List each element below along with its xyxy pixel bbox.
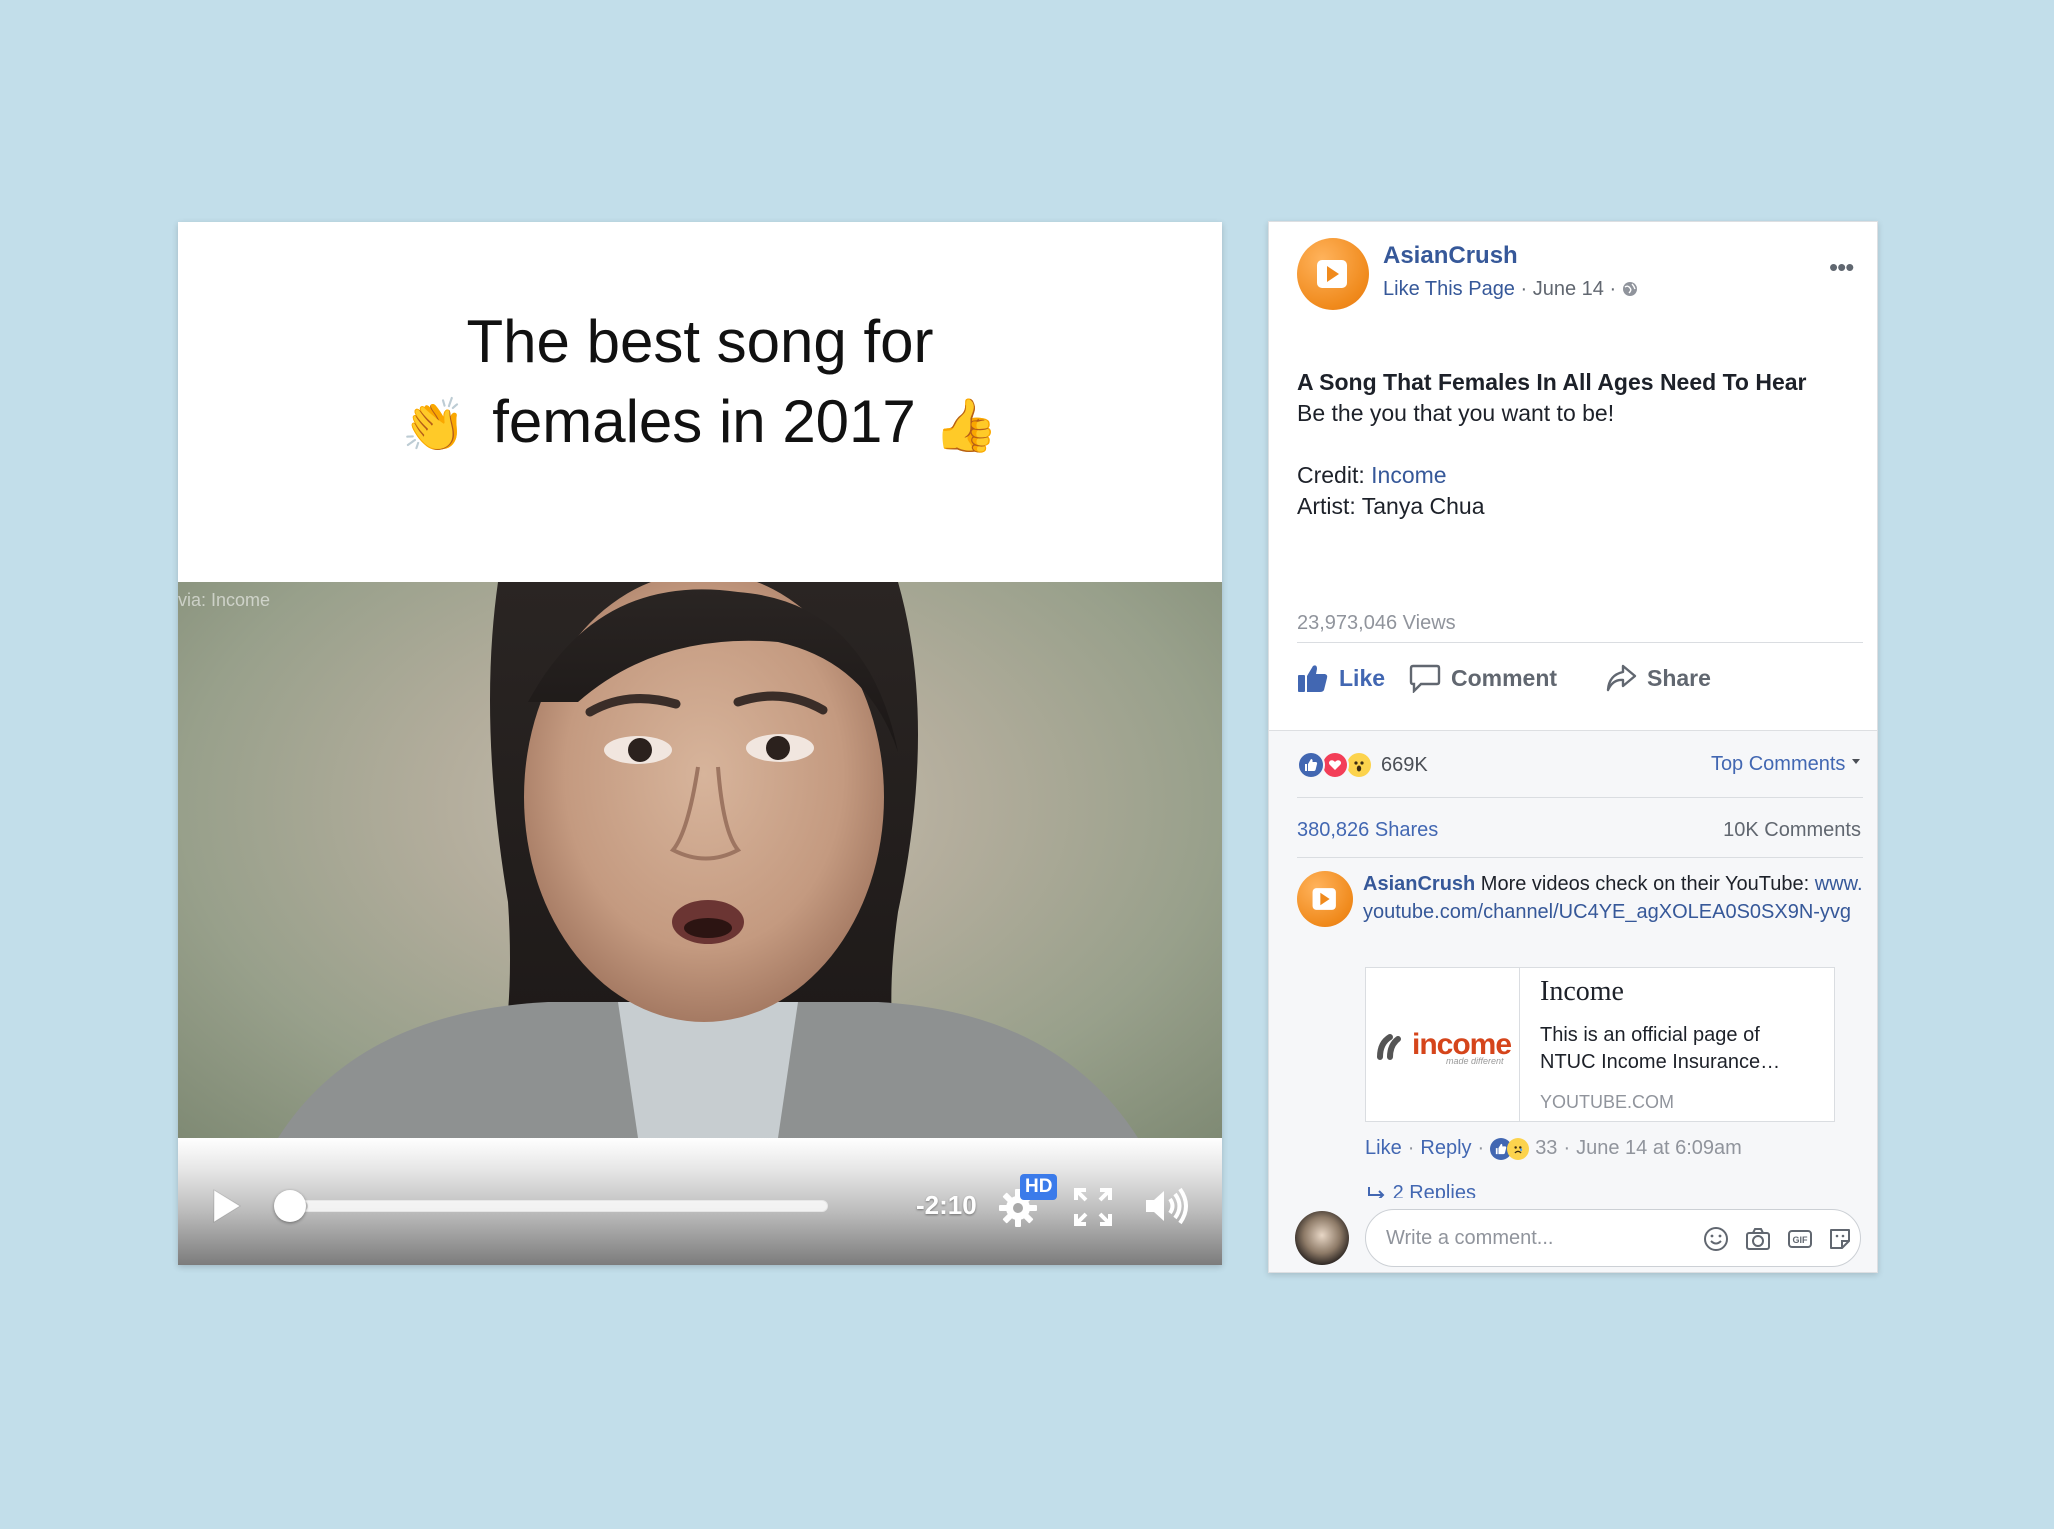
view-replies-link[interactable]: 2 Replies xyxy=(1365,1182,1476,1198)
video-title-line2-wrap: 👏 females in 2017 👍 xyxy=(178,382,1222,466)
post-text: A Song That Females In All Ages Need To … xyxy=(1297,367,1857,522)
comment-button[interactable]: Comment xyxy=(1409,654,1557,702)
comment-composer: GIF xyxy=(1269,1201,1877,1272)
comment-like-link[interactable]: Like xyxy=(1365,1137,1402,1160)
post-meta: Like This Page · June 14 · xyxy=(1383,278,1638,301)
video-title-line1: The best song for xyxy=(466,308,934,375)
meta-separator: · xyxy=(1514,278,1533,300)
sad-reaction-icon xyxy=(1507,1137,1530,1160)
hd-badge: HD xyxy=(1020,1174,1058,1200)
feedback-section: 669K Top Comments 380,826 Shares 10K Com… xyxy=(1269,730,1877,1272)
reaction-count: 669K xyxy=(1381,753,1428,776)
shares-count[interactable]: 380,826 Shares xyxy=(1297,819,1438,842)
meta-separator-2: · xyxy=(1603,278,1622,300)
thumbs-up-emoji: 👍 xyxy=(933,397,999,456)
comment-author-avatar[interactable] xyxy=(1297,871,1353,927)
video-watermark: via: Income xyxy=(178,590,271,610)
preview-domain: YOUTUBE.COM xyxy=(1540,1092,1675,1112)
comment-reply-link[interactable]: Reply xyxy=(1420,1137,1471,1160)
share-label: Share xyxy=(1647,664,1711,691)
wow-reaction-icon xyxy=(1345,751,1373,779)
video-controls: -2:10 HD xyxy=(178,1138,1222,1265)
view-replies-label: 2 Replies xyxy=(1392,1182,1476,1198)
divider xyxy=(1297,857,1863,858)
preview-thumbnail: income made different xyxy=(1366,968,1520,1121)
page-avatar[interactable] xyxy=(1297,238,1369,310)
globe-icon xyxy=(1622,282,1637,296)
preview-logo-subtext: made different xyxy=(1446,1056,1504,1066)
post-spacer xyxy=(1297,429,1857,460)
video-title: The best song for 👏 females in 2017 👍 xyxy=(178,302,1222,466)
page-name[interactable]: AsianCrush xyxy=(1383,242,1518,270)
like-page-link[interactable]: Like This Page xyxy=(1383,278,1515,300)
comment-author[interactable]: AsianCrush xyxy=(1363,873,1475,895)
post-artist: Artist: Tanya Chua xyxy=(1297,493,1485,519)
view-count: 23,973,046 Views xyxy=(1297,612,1456,634)
reply-arrow-icon xyxy=(1368,1187,1385,1198)
like-label: Like xyxy=(1339,664,1386,691)
preview-title: Income xyxy=(1540,976,1624,1007)
comment-text: More videos check on their YouTube: xyxy=(1475,873,1815,895)
divider xyxy=(1297,642,1863,643)
credit-label: Credit: xyxy=(1297,462,1372,488)
post-tagline: Be the you that you want to be! xyxy=(1297,400,1615,426)
video-card: The best song for 👏 females in 2017 👍 vi… xyxy=(178,222,1222,1265)
comment-body: AsianCrush More videos check on their Yo… xyxy=(1363,870,1863,926)
comment-reaction-count: 33 xyxy=(1535,1137,1558,1159)
video-title-line2: females in 2017 xyxy=(492,388,916,455)
comment-label: Comment xyxy=(1451,664,1558,691)
camera-icon[interactable] xyxy=(1745,1226,1771,1252)
comment-actions-dot: · xyxy=(1563,1137,1571,1159)
video-frame[interactable]: via: Income xyxy=(178,582,1222,1138)
post-actions: Like Comment Share xyxy=(1297,654,1863,702)
top-comments-label: Top Comments xyxy=(1710,753,1846,775)
comments-count[interactable]: 10K Comments xyxy=(1723,819,1861,842)
thumbs-up-icon xyxy=(1298,665,1328,692)
asiancrush-logo-icon xyxy=(1312,888,1336,910)
video-frame-image xyxy=(278,582,1138,1138)
gif-icon[interactable]: GIF xyxy=(1787,1226,1813,1252)
divider xyxy=(1297,797,1863,798)
viewer-avatar[interactable] xyxy=(1295,1211,1349,1265)
comment-reactions[interactable]: 33 xyxy=(1490,1137,1557,1160)
clap-emoji: 👏 xyxy=(401,397,467,456)
asiancrush-logo-icon xyxy=(1317,260,1347,288)
comment-icon xyxy=(1409,664,1441,693)
time-remaining: -2:10 xyxy=(916,1190,977,1220)
volume-icon[interactable] xyxy=(1144,1186,1190,1226)
share-button[interactable]: Share xyxy=(1605,654,1711,702)
income-logo-icon xyxy=(1376,1033,1401,1060)
comment-actions-dot: · xyxy=(1477,1137,1485,1159)
progress-knob[interactable] xyxy=(274,1190,306,1222)
credit-link[interactable]: Income xyxy=(1371,462,1446,488)
like-reaction-icon xyxy=(1297,751,1325,779)
play-icon[interactable] xyxy=(208,1186,244,1226)
link-preview-card[interactable]: income made different Income This is an … xyxy=(1365,967,1835,1122)
comment-actions: Like · Reply · 33 · June 14 at 6:09am xyxy=(1365,1137,1742,1160)
fullscreen-icon[interactable] xyxy=(1074,1188,1112,1226)
reactions-summary[interactable]: 669K xyxy=(1297,751,1428,779)
love-reaction-icon xyxy=(1321,751,1349,779)
preview-description: This is an official page of NTUC Income … xyxy=(1540,1024,1781,1073)
top-comments-dropdown[interactable]: Top Comments xyxy=(1711,753,1861,776)
post-credit: Credit: Income xyxy=(1297,460,1857,491)
post-card: AsianCrush Like This Page · June 14 · ••… xyxy=(1268,221,1878,1273)
comment-timestamp[interactable]: June 14 at 6:09am xyxy=(1576,1137,1742,1160)
progress-track[interactable] xyxy=(274,1200,828,1212)
sticker-icon[interactable] xyxy=(1827,1226,1853,1252)
share-icon xyxy=(1606,664,1637,692)
emoji-icon[interactable] xyxy=(1703,1226,1729,1252)
like-button[interactable]: Like xyxy=(1297,654,1385,702)
post-date[interactable]: June 14 xyxy=(1533,278,1604,300)
caret-down-icon xyxy=(1852,759,1860,764)
more-options-button[interactable]: ••• xyxy=(1829,252,1854,283)
svg-text:GIF: GIF xyxy=(1793,1235,1809,1245)
post-headline: A Song That Females In All Ages Need To … xyxy=(1297,369,1807,395)
comment-actions-dot: · xyxy=(1407,1137,1415,1159)
